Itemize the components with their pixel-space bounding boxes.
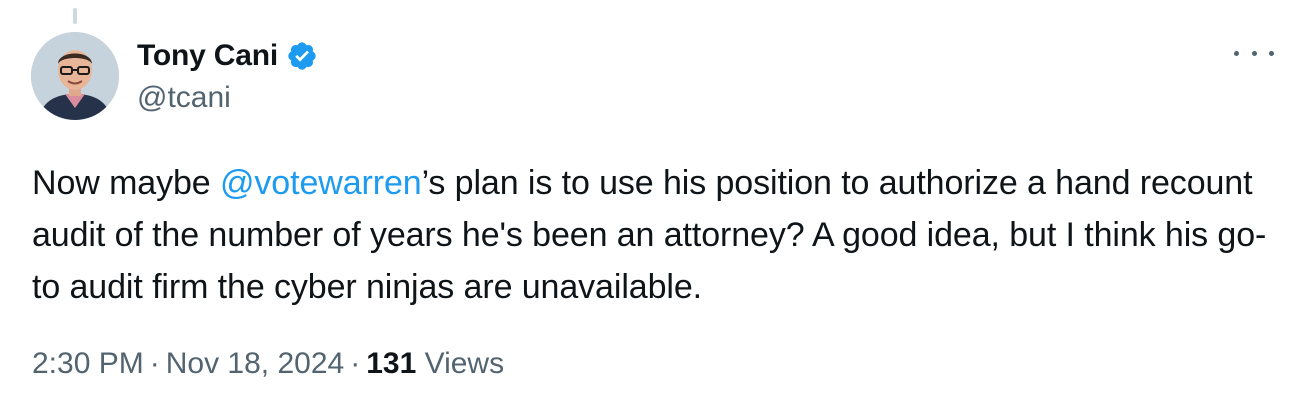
views-count: 131 bbox=[366, 347, 417, 380]
more-options-icon[interactable] bbox=[1234, 40, 1274, 66]
views-link[interactable]: 131 Views bbox=[366, 347, 504, 380]
more-dot bbox=[1234, 50, 1239, 56]
mention-link[interactable]: @votewarren bbox=[220, 164, 422, 202]
avatar[interactable] bbox=[31, 32, 119, 120]
thread-connector-line bbox=[73, 8, 77, 24]
tweet-meta: 2:30 PM · Nov 18, 2024 · 131 Views bbox=[32, 346, 504, 382]
tweet-time: 2:30 PM bbox=[32, 347, 144, 380]
tweet-date: Nov 18, 2024 bbox=[165, 347, 345, 380]
more-dot bbox=[1269, 50, 1274, 56]
avatar-photo bbox=[31, 32, 119, 120]
views-label: Views bbox=[424, 347, 505, 380]
tweet-text: Now maybe @votewarren’s plan is to use h… bbox=[32, 157, 1282, 313]
verified-badge-icon[interactable] bbox=[286, 40, 318, 72]
meta-separator: · bbox=[350, 347, 361, 380]
tweet-timestamp-link[interactable]: 2:30 PM · Nov 18, 2024 bbox=[32, 347, 344, 380]
tweet-text-before: Now maybe bbox=[32, 164, 220, 202]
author-handle[interactable]: @tcani bbox=[137, 80, 231, 116]
more-dot bbox=[1251, 50, 1257, 56]
author-name-row: Tony Cani bbox=[137, 36, 318, 76]
meta-separator: · bbox=[149, 347, 160, 380]
author-display-name[interactable]: Tony Cani bbox=[137, 38, 278, 74]
